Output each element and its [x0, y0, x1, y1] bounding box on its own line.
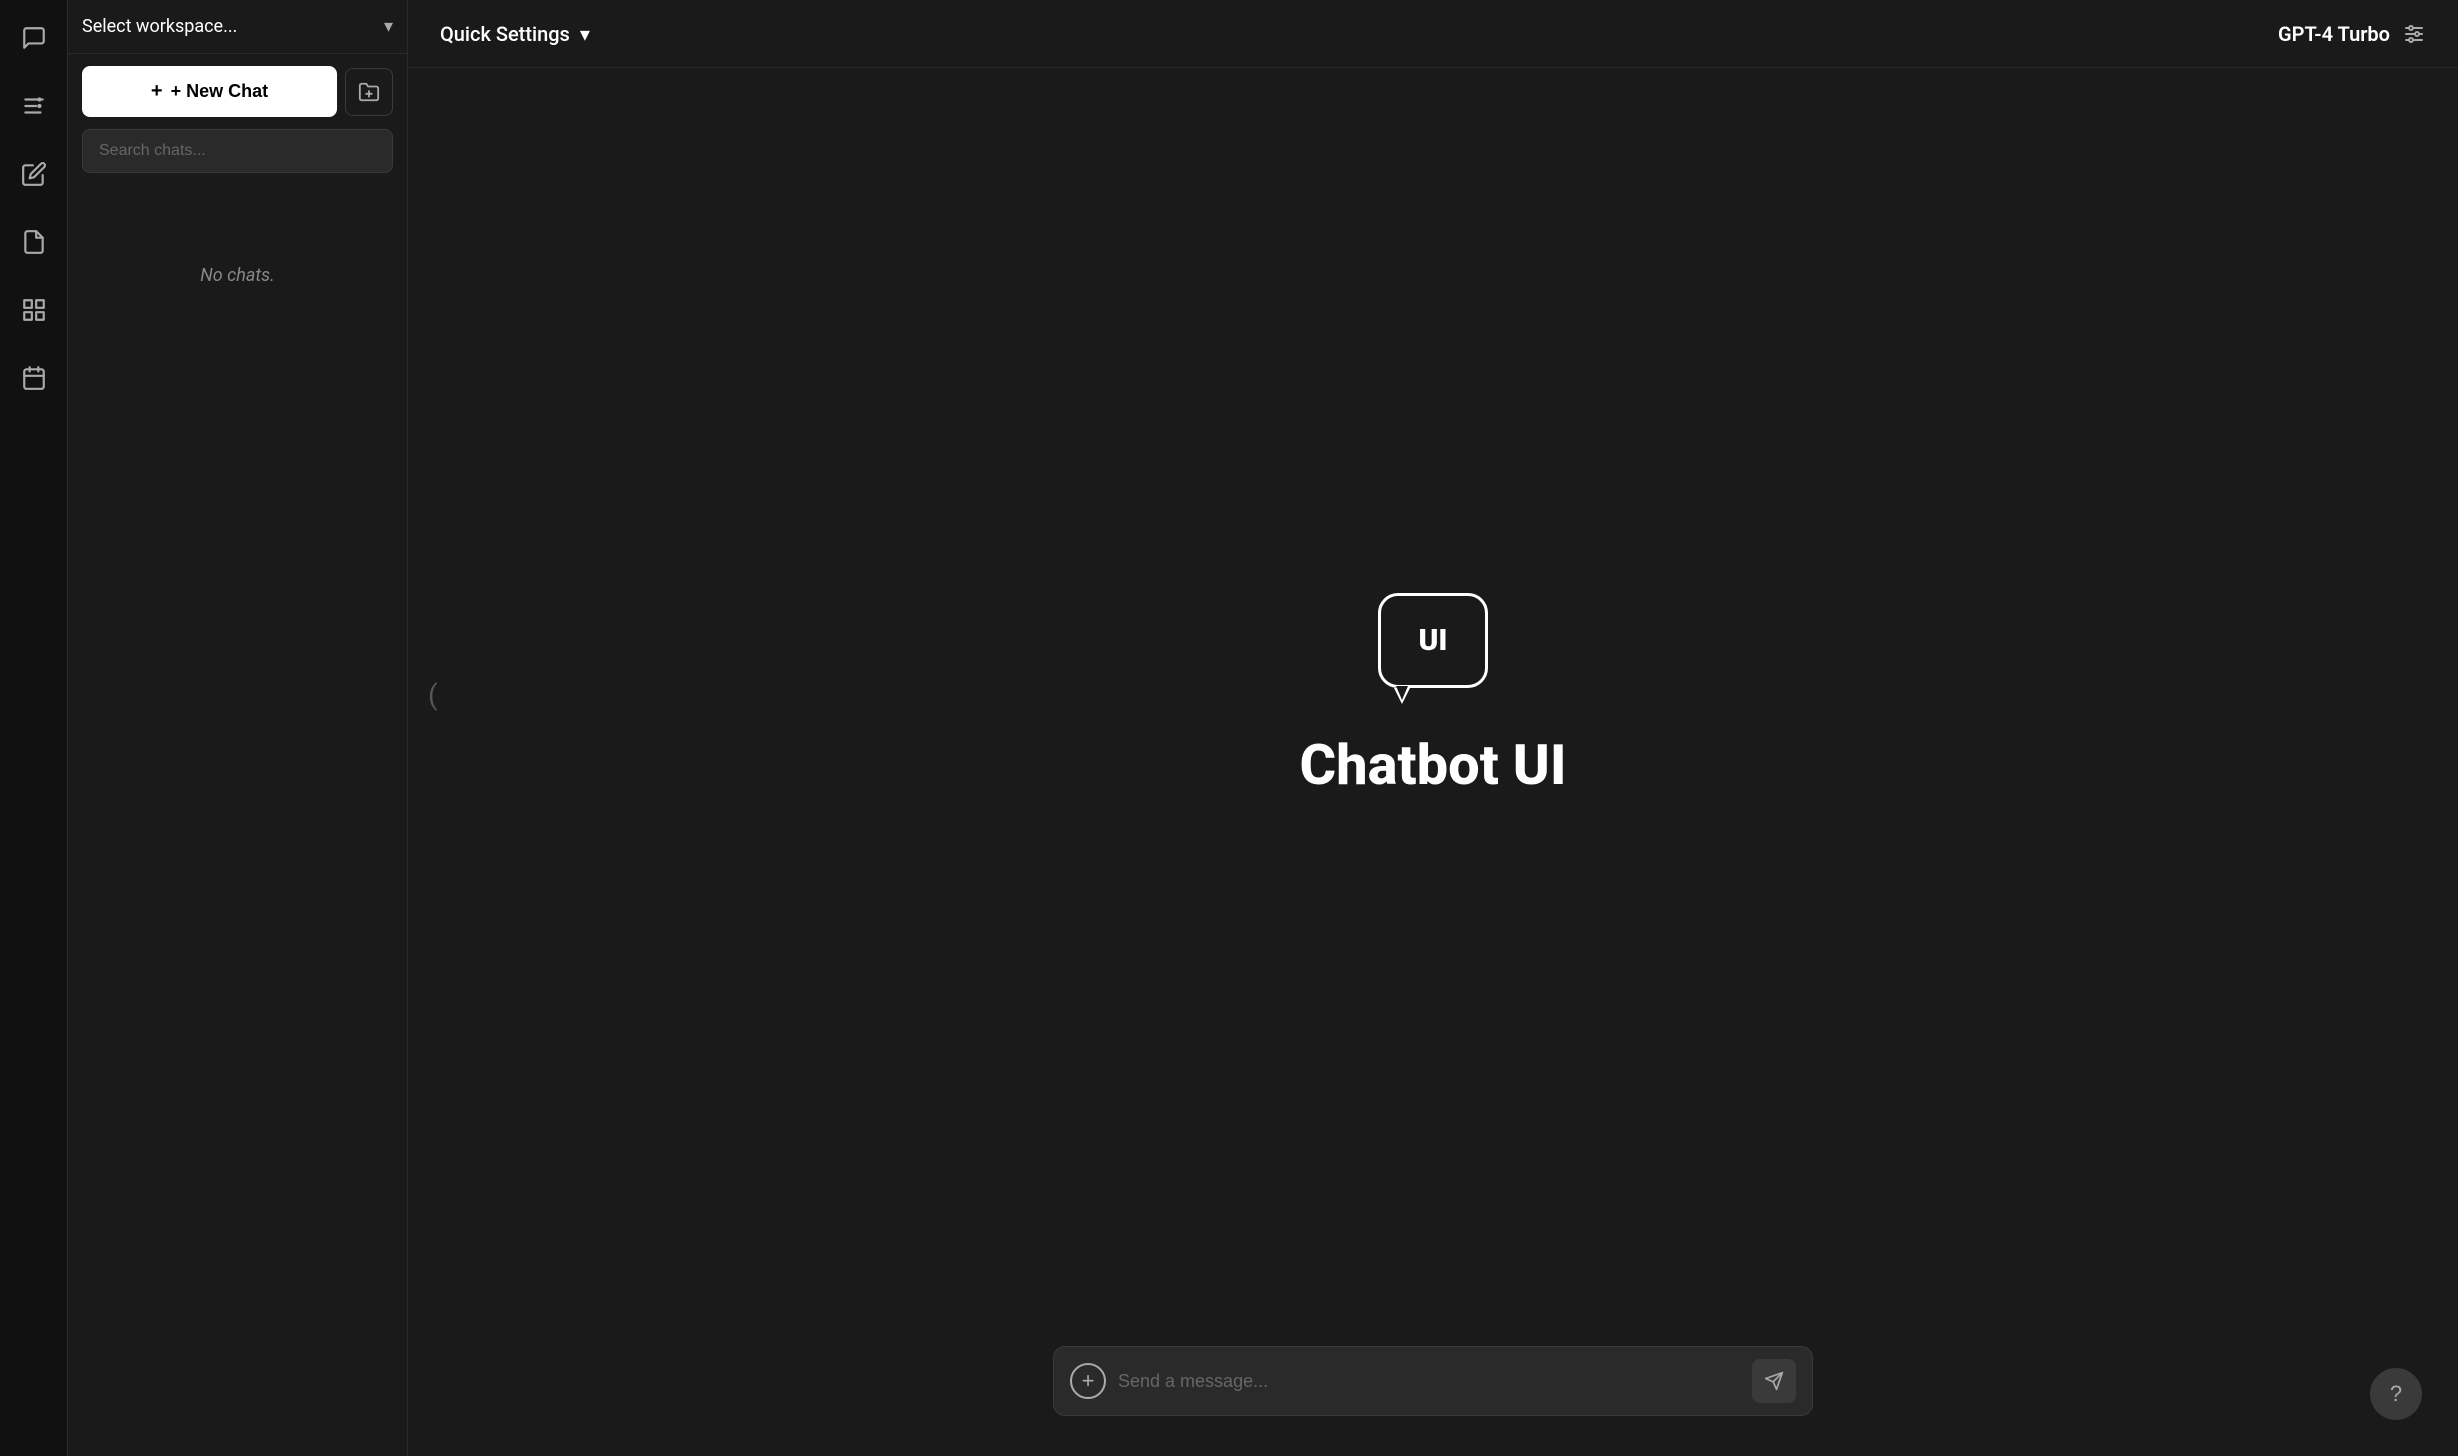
message-input-container: +: [1053, 1346, 1813, 1416]
filter-nav-icon[interactable]: [12, 84, 56, 128]
help-icon: ?: [2390, 1381, 2402, 1407]
icon-sidebar: [0, 0, 68, 1456]
logo-bubble-tail-inner: [1396, 686, 1408, 700]
logo-container: UI: [1378, 593, 1488, 688]
new-chat-button[interactable]: + + New Chat: [82, 66, 337, 117]
input-area: +: [408, 1322, 2458, 1456]
add-icon: +: [1082, 1368, 1095, 1394]
center-content: ( UI Chatbot UI: [408, 68, 2458, 1322]
edit-nav-icon[interactable]: [12, 152, 56, 196]
chat-panel: Select workspace... ▾ + + New Chat No ch…: [68, 0, 408, 1456]
search-input[interactable]: [82, 129, 393, 173]
top-bar: Quick Settings ▾ GPT-4 Turbo: [408, 0, 2458, 68]
send-button[interactable]: [1752, 1359, 1796, 1403]
new-chat-row: + + New Chat: [68, 54, 407, 129]
library-nav-icon[interactable]: [12, 288, 56, 332]
chat-nav-icon[interactable]: [12, 16, 56, 60]
collapse-sidebar-button[interactable]: (: [428, 679, 438, 712]
folder-plus-icon: [358, 81, 380, 103]
workspace-selector[interactable]: Select workspace... ▾: [68, 0, 407, 54]
quick-settings-label: Quick Settings: [440, 22, 570, 46]
new-chat-plus-icon: +: [151, 80, 163, 103]
tasks-nav-icon[interactable]: [12, 356, 56, 400]
model-name-label: GPT-4 Turbo: [2278, 22, 2390, 46]
quick-settings-button[interactable]: Quick Settings ▾: [440, 22, 590, 46]
add-attachment-button[interactable]: +: [1070, 1363, 1106, 1399]
no-chats-label: No chats.: [68, 185, 407, 1456]
search-container: [68, 129, 407, 185]
chatbot-logo: UI Chatbot UI: [1299, 593, 1566, 798]
model-selector[interactable]: GPT-4 Turbo: [2278, 22, 2426, 46]
new-chat-label: + New Chat: [171, 81, 269, 102]
message-input[interactable]: [1118, 1371, 1740, 1392]
new-folder-button[interactable]: [345, 68, 393, 116]
help-button[interactable]: ?: [2370, 1368, 2422, 1420]
document-nav-icon[interactable]: [12, 220, 56, 264]
workspace-chevron-icon: ▾: [384, 16, 393, 37]
model-settings-icon: [2402, 22, 2426, 46]
send-icon: [1764, 1371, 1784, 1391]
logo-icon: UI: [1378, 593, 1488, 688]
quick-settings-chevron-icon: ▾: [580, 22, 590, 46]
app-title-container: Chatbot UI: [1299, 732, 1566, 798]
app-title: Chatbot UI: [1299, 732, 1566, 798]
main-area: Quick Settings ▾ GPT-4 Turbo ( UI: [408, 0, 2458, 1456]
workspace-selector-label: Select workspace...: [82, 16, 237, 37]
